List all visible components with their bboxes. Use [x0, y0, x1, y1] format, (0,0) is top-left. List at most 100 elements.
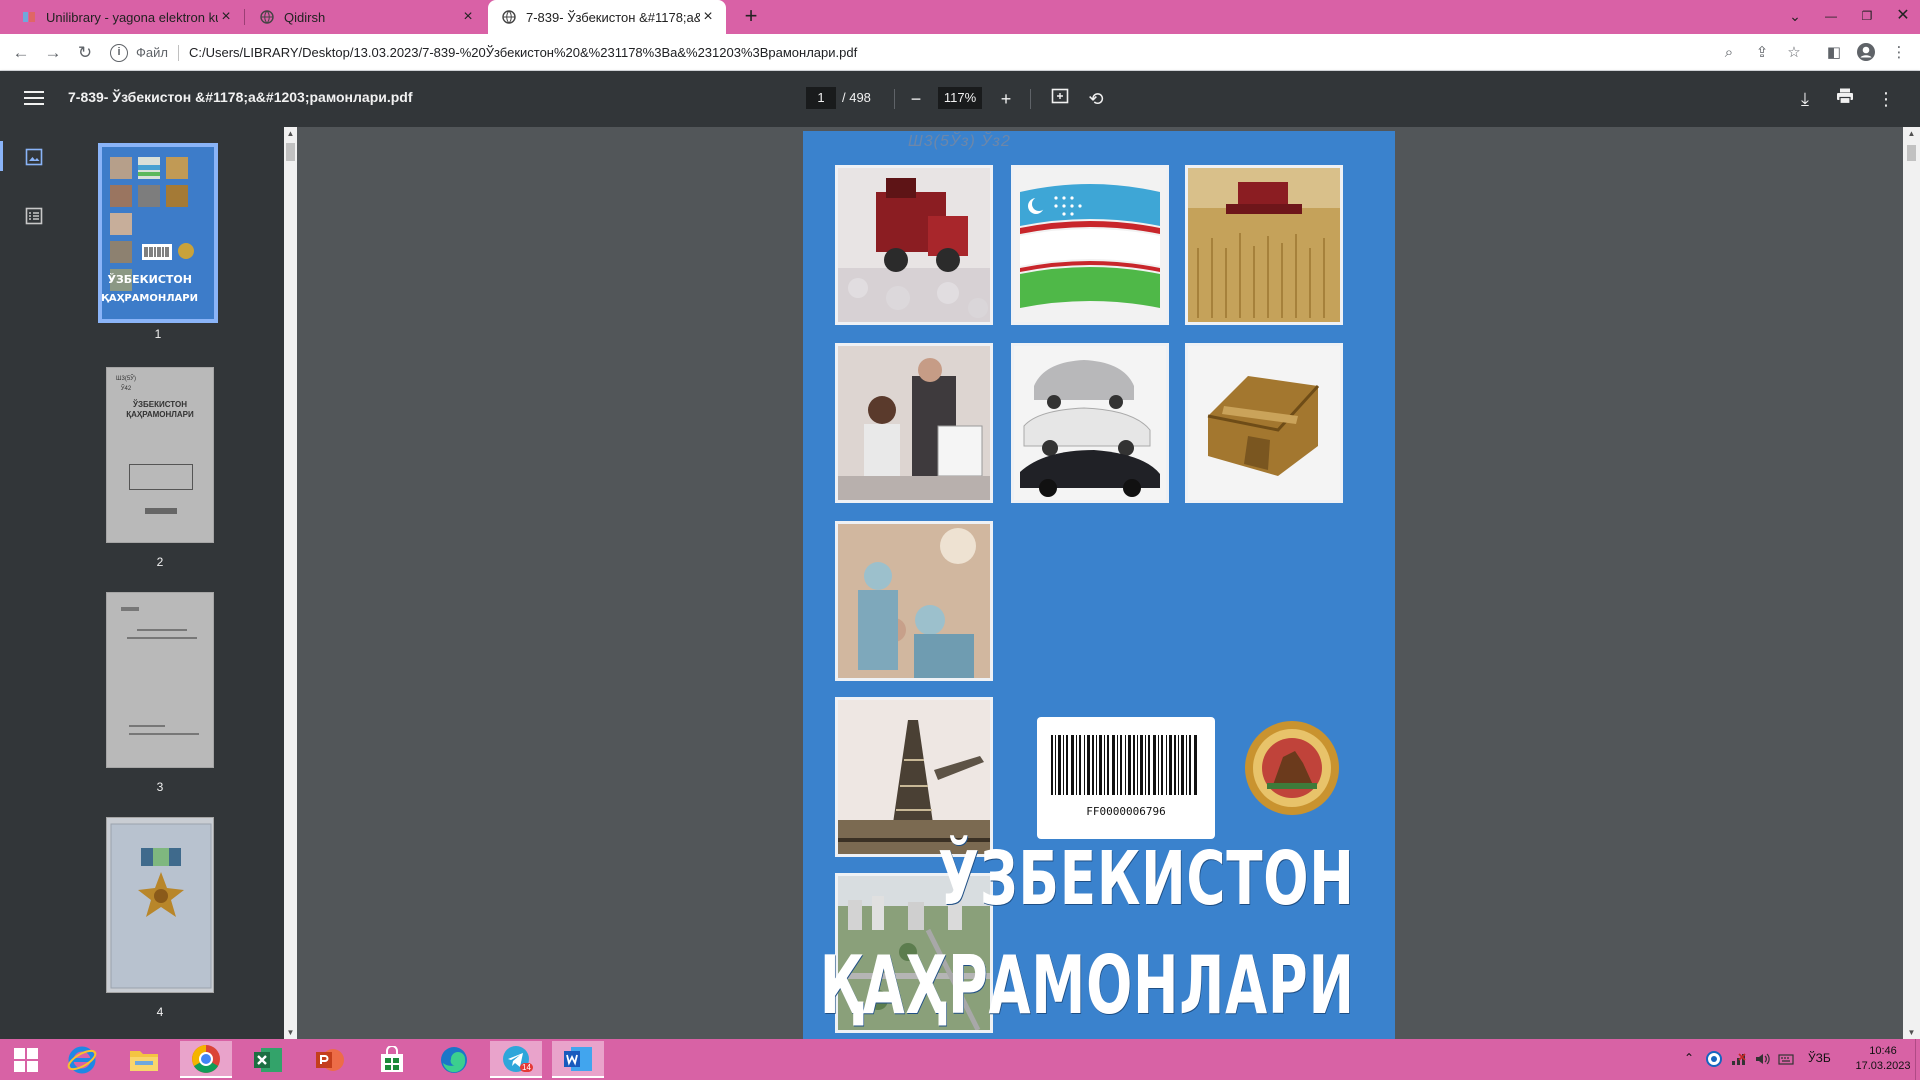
photo-computer-lab	[835, 343, 993, 503]
photo-cotton-harvester	[835, 165, 993, 325]
thumbnail-scrollbar[interactable]: ▲ ▼	[284, 127, 297, 1039]
photo-uzbekistan-flag	[1011, 165, 1169, 325]
zoom-in-icon[interactable]: +	[994, 87, 1018, 111]
barcode-icon	[1051, 735, 1197, 795]
zoom-level-input[interactable]: 117%	[938, 87, 982, 109]
thumbnail-number: 3	[156, 780, 164, 794]
address-bar[interactable]: i Файл C:/Users/LIBRARY/Desktop/13.03.20…	[110, 38, 1780, 67]
internet-explorer-icon	[67, 1046, 97, 1073]
outline-view-icon[interactable]	[24, 206, 44, 226]
tab-title: Unilibrary - yagona elektron kutubxona	[46, 9, 218, 25]
taskbar-word[interactable]	[552, 1041, 604, 1078]
taskbar-internet-explorer[interactable]	[56, 1041, 108, 1078]
rotate-icon[interactable]: ⟲	[1084, 87, 1108, 111]
tab-strip: Unilibrary - yagona elektron kutubxona ×…	[0, 0, 1920, 34]
photo-cars	[1011, 343, 1169, 503]
download-icon[interactable]: ⤓	[1793, 87, 1817, 111]
restore-icon[interactable]: ❐	[1850, 0, 1884, 34]
handwritten-note: Ш3(5Ўз) Ўз2	[908, 133, 1011, 150]
clock-date: 17.03.2023	[1855, 1060, 1911, 1072]
taskbar-telegram[interactable]: 14	[490, 1041, 542, 1078]
unilibrary-favicon-icon	[23, 12, 35, 22]
address-url[interactable]: C:/Users/LIBRARY/Desktop/13.03.2023/7-83…	[189, 45, 857, 60]
taskbar-excel[interactable]	[242, 1041, 294, 1078]
document-canvas[interactable]: Ш3(5Ўз) Ўз2 FF0000006796 ЎЗБЕКИСТОН ҚАҲР…	[297, 127, 1903, 1039]
browser-menu-icon[interactable]: ⋮	[1888, 42, 1910, 64]
tab-unilibrary[interactable]: Unilibrary - yagona elektron kutubxona ×	[8, 0, 245, 34]
photo-oil-rig	[835, 697, 993, 857]
barcode-sticker: FF0000006796	[1037, 717, 1215, 839]
folder-icon	[130, 1050, 158, 1071]
taskbar-edge[interactable]	[428, 1041, 480, 1078]
page-total: / 498	[842, 90, 871, 105]
input-language[interactable]: ЎЗБ	[1808, 1051, 1831, 1065]
taskbar-file-explorer[interactable]	[118, 1041, 170, 1078]
store-icon	[381, 1045, 403, 1072]
tab-qidirsh[interactable]: Qidirsh ×	[246, 0, 486, 34]
show-desktop-button[interactable]	[1915, 1039, 1920, 1080]
cover-title-line2: ҚАҲРАМОНЛАРИ	[820, 939, 1355, 1032]
tab-close-icon[interactable]: ×	[460, 8, 476, 26]
print-icon[interactable]	[1833, 87, 1857, 111]
start-button[interactable]	[0, 1041, 52, 1078]
pdf-toolbar: 7-839- Ўзбекистон &#1178;a&#1203;рамонла…	[0, 71, 1920, 127]
tab-title: 7-839- Ўзбекистон &#1178;a&#1203;рамонла…	[526, 9, 700, 25]
thumbnail-image: ЎЗБЕКИСТОН ҚАҲРАМОНЛАРИ	[98, 143, 218, 323]
tray-app-icon[interactable]	[1706, 1051, 1722, 1070]
thumbnail-pane: ЎЗБЕКИСТОН ҚАҲРАМОНЛАРИ 1 Ш3(5Ў) Ў42 ЎЗБ…	[68, 127, 284, 1039]
address-scheme: Файл	[136, 45, 168, 60]
thumbnail-number: 4	[156, 1005, 164, 1019]
fit-to-page-icon[interactable]	[1048, 87, 1072, 111]
tab-search-icon[interactable]: ⌄	[1778, 0, 1812, 34]
new-tab-button[interactable]: +	[738, 4, 764, 30]
page-number-input[interactable]: 1	[806, 87, 836, 109]
document-scrollbar[interactable]: ▲ ▼	[1903, 127, 1920, 1039]
taskbar-store[interactable]	[366, 1041, 418, 1078]
close-window-icon[interactable]: ✕	[1886, 0, 1920, 34]
zoom-out-icon[interactable]: −	[904, 87, 928, 111]
share-icon[interactable]: ⇪	[1751, 42, 1773, 64]
info-icon[interactable]: i	[110, 43, 128, 62]
windows-taskbar: 14 ⌃ ЎЗБ 10:46 17.03.2023	[0, 1039, 1920, 1080]
barcode-number: FF0000006796	[1086, 805, 1166, 818]
thumbnail-number: 1	[154, 327, 162, 341]
bookmark-star-icon[interactable]: ☆	[1783, 42, 1805, 64]
windows-logo-icon	[14, 1047, 38, 1072]
minimize-icon[interactable]: —	[1814, 0, 1848, 34]
profile-avatar-icon[interactable]	[1855, 42, 1877, 64]
back-icon[interactable]: ←	[8, 40, 34, 66]
chrome-icon	[192, 1044, 220, 1073]
globe-icon	[260, 10, 274, 24]
globe-icon	[502, 10, 516, 24]
word-icon	[564, 1046, 592, 1071]
edge-icon	[441, 1046, 467, 1073]
viewer-side-rail	[0, 127, 68, 1039]
tray-overflow-icon[interactable]: ⌃	[1684, 1051, 1694, 1065]
photo-wheat-combine	[1185, 165, 1343, 325]
telegram-badge: 14	[520, 1063, 533, 1072]
taskbar-powerpoint[interactable]	[304, 1041, 356, 1078]
tab-close-icon[interactable]: ×	[218, 8, 234, 26]
volume-icon[interactable]	[1754, 1051, 1770, 1070]
tab-pdf[interactable]: 7-839- Ўзбекистон &#1178;a&#1203;рамонла…	[488, 0, 726, 34]
thumbnail-image	[106, 817, 214, 993]
network-icon[interactable]	[1730, 1051, 1746, 1070]
pdf-page-1: Ш3(5Ўз) Ўз2 FF0000006796 ЎЗБЕКИСТОН ҚАҲР…	[803, 131, 1395, 1039]
thumbnail-number: 2	[156, 555, 164, 569]
forward-icon[interactable]: →	[40, 40, 66, 66]
more-options-icon[interactable]: ⋮	[1874, 87, 1898, 111]
document-title: 7-839- Ўзбекистон &#1178;a&#1203;рамонла…	[68, 89, 413, 105]
thumbnail-image: Ш3(5Ў) Ў42 ЎЗБЕКИСТОН ҚАҲРАМОНЛАРИ	[106, 367, 214, 543]
cover-title-line1: ЎЗБЕКИСТОН	[938, 836, 1355, 922]
thumbnail-view-icon[interactable]	[24, 147, 44, 167]
tab-close-icon[interactable]: ×	[700, 8, 716, 26]
svg-text:ЎЗБЕКИСТОН: ЎЗБЕКИСТОН	[107, 273, 192, 286]
reload-icon[interactable]: ↻	[72, 40, 98, 66]
zoom-icon[interactable]: ⌕	[1718, 42, 1740, 64]
system-clock[interactable]: 10:46 17.03.2023	[1848, 1044, 1918, 1074]
thumbnail-image	[106, 592, 214, 768]
side-panel-icon[interactable]: ◧	[1823, 42, 1845, 64]
taskbar-chrome[interactable]	[180, 1041, 232, 1078]
sidebar-menu-icon[interactable]	[22, 87, 46, 111]
keyboard-ime-icon[interactable]	[1778, 1051, 1794, 1070]
